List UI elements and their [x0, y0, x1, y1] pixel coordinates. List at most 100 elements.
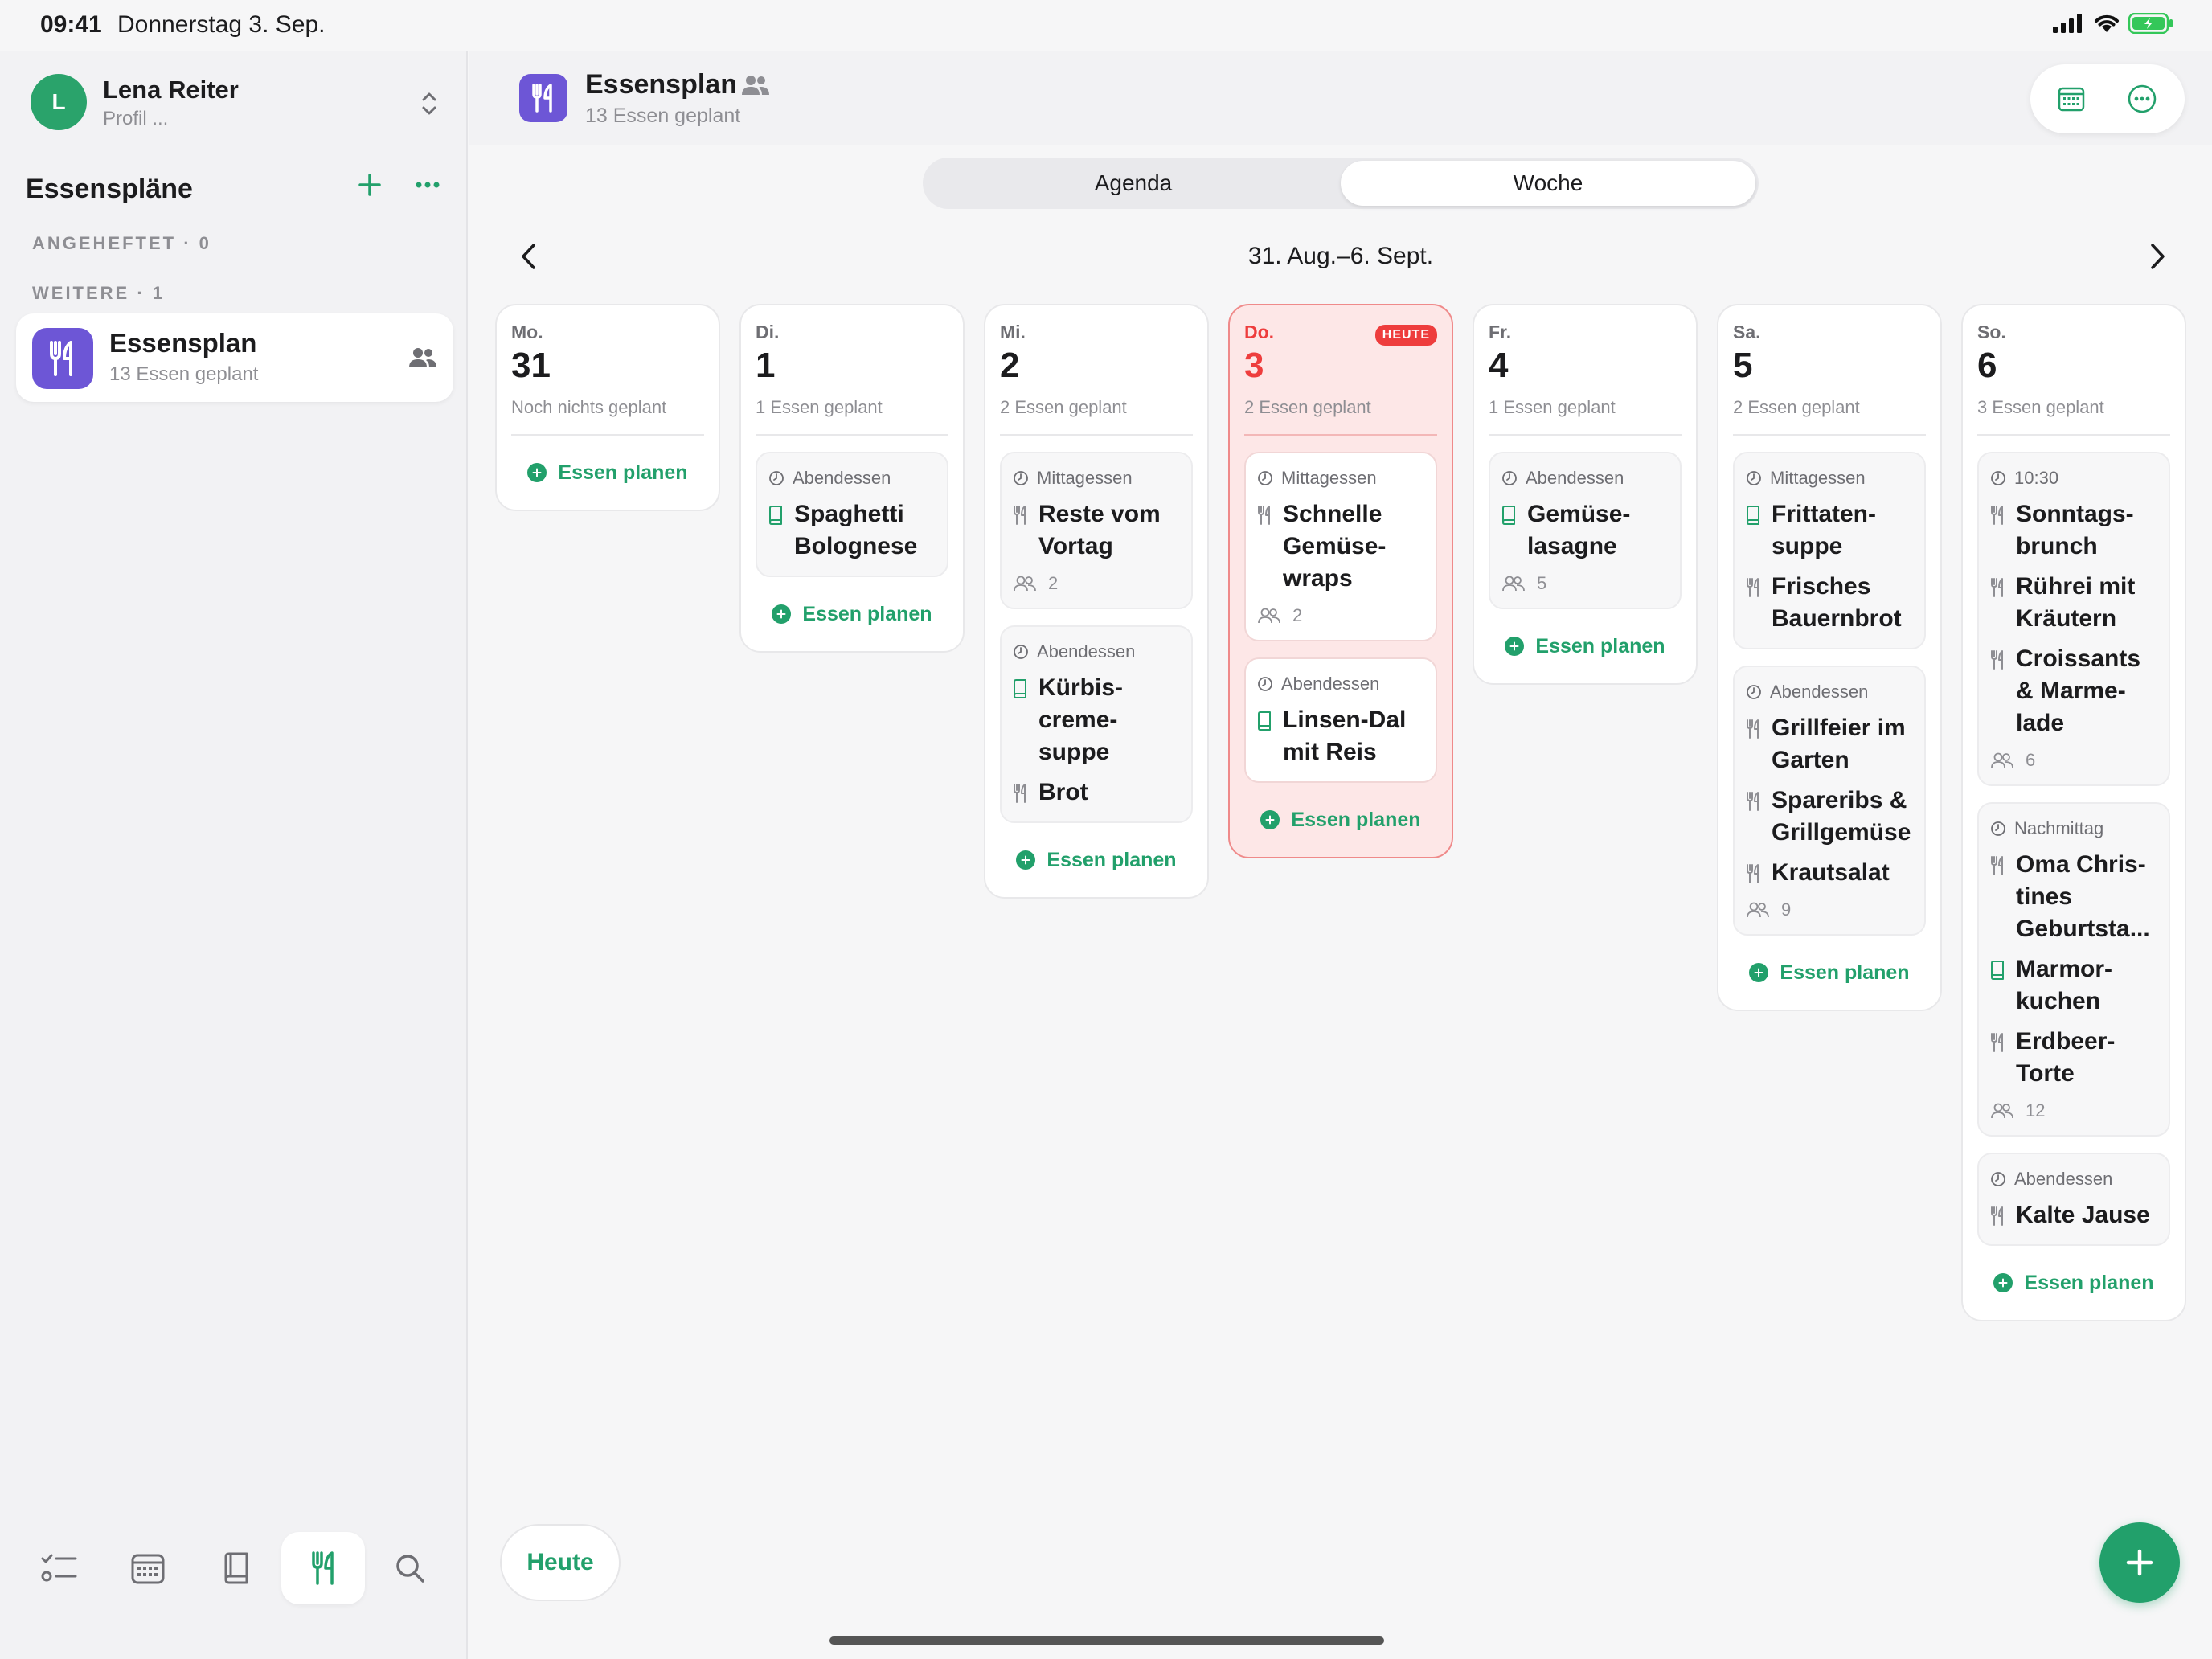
- meal-item[interactable]: Reste vom Vortag: [1013, 498, 1182, 563]
- meal-item[interactable]: Oma Chris-tines Geburtsta...: [1990, 849, 2159, 945]
- meal-item[interactable]: Croissants & Marme-lade: [1990, 643, 2159, 739]
- meal-time: Mittagessen: [1257, 466, 1426, 490]
- meal-item[interactable]: Brot: [1013, 776, 1182, 809]
- status-date: Donnerstag 3. Sep.: [117, 11, 326, 38]
- meal-item[interactable]: Rührei mit Kräutern: [1990, 571, 2159, 635]
- meal-card[interactable]: Mittagessen Frittaten-suppe Frisches Bauer…: [1733, 452, 1926, 649]
- clock-icon: [1990, 1171, 2006, 1187]
- meal-item[interactable]: Marmor-kuchen: [1990, 953, 2159, 1018]
- meal-item-title: Schnelle Gemüse-wraps: [1283, 501, 1387, 592]
- status-time: 09:41: [40, 11, 102, 38]
- meal-item-title: Krautsalat: [1772, 859, 1890, 886]
- day-meal-count: 1 Essen geplant: [756, 397, 883, 417]
- meal-card[interactable]: Mittagessen Reste vom Vortag 2: [1000, 452, 1193, 609]
- plus-circle-icon: [1749, 963, 1769, 982]
- more-circle-icon: [2128, 84, 2157, 113]
- next-week-button[interactable]: [2140, 238, 2175, 275]
- recipe-book-icon: [768, 498, 784, 563]
- profile-switcher[interactable]: L Lena Reiter Profil ...: [31, 71, 449, 135]
- meal-item[interactable]: Erdbeer-Torte: [1990, 1026, 2159, 1090]
- tab-calendar[interactable]: [106, 1532, 190, 1604]
- plan-meal-button[interactable]: Essen planen: [1977, 1246, 2170, 1320]
- segment-week[interactable]: Woche: [1341, 161, 1755, 206]
- meal-card[interactable]: 10:30 Sonntags-brunch Rührei mit Kräutern C…: [1977, 452, 2170, 786]
- plan-meal-label: Essen planen: [2024, 1271, 2154, 1294]
- meal-time-label: Abendessen: [1526, 468, 1624, 488]
- plan-meal-button[interactable]: Essen planen: [1000, 823, 1193, 897]
- day-weekday: Mi.: [1000, 322, 1026, 342]
- add-meal-button[interactable]: [2099, 1522, 2180, 1603]
- chevron-right-icon: [2151, 244, 2165, 269]
- meal-card[interactable]: Abendessen Spaghetti Bolognese: [756, 452, 948, 577]
- meal-time-label: Nachmittag: [2014, 818, 2104, 838]
- meal-item-title: Linsen-Dal mit Reis: [1283, 707, 1407, 765]
- people-count: 5: [1537, 573, 1547, 593]
- meal-item-title: Grillfeier im Garten: [1772, 715, 1906, 773]
- sidebar: L Lena Reiter Profil ... Essenspläne ANG…: [0, 51, 468, 1659]
- today-button[interactable]: Heute: [500, 1524, 621, 1601]
- tab-search[interactable]: [368, 1532, 452, 1604]
- day-column-mo: Mo. 31 Noch nichts geplant Essen planen: [495, 304, 720, 511]
- meal-item[interactable]: Krautsalat: [1746, 857, 1915, 889]
- meal-item[interactable]: Spareribs & Grillgemüse: [1746, 784, 1915, 849]
- meal-item-title: Reste vom Vortag: [1038, 501, 1161, 559]
- meal-item[interactable]: Frisches Bauernbrot: [1746, 571, 1915, 635]
- tab-mealplans[interactable]: [281, 1532, 365, 1604]
- plan-meal-button[interactable]: Essen planen: [1733, 936, 1926, 1010]
- meal-item[interactable]: Frittaten-suppe: [1746, 498, 1915, 563]
- main-content: Essensplan 13 Essen geplant Agenda Woche…: [469, 51, 2212, 1659]
- more-icon[interactable]: [412, 169, 444, 201]
- clock-icon: [1257, 676, 1273, 692]
- meal-item[interactable]: Spaghetti Bolognese: [768, 498, 937, 563]
- day-number: 5: [1733, 346, 1753, 385]
- plan-meal-button[interactable]: Essen planen: [756, 577, 948, 651]
- meal-card[interactable]: Abendessen Kalte Jause: [1977, 1153, 2170, 1246]
- day-header: Mi. 2 2 Essen geplant: [1000, 305, 1193, 436]
- meal-card[interactable]: Mittagessen Schnelle Gemüse-wraps 2: [1244, 452, 1437, 641]
- meal-card[interactable]: Abendessen Linsen-Dal mit Reis: [1244, 657, 1437, 783]
- meal-item[interactable]: Schnelle Gemüse-wraps: [1257, 498, 1426, 595]
- day-weekday: So.: [1977, 322, 2006, 342]
- recipe-book-icon: [1257, 704, 1273, 768]
- segment-agenda[interactable]: Agenda: [926, 161, 1341, 206]
- week-range: 31. Aug.–6. Sept.: [1247, 243, 1434, 269]
- day-meal-count: Noch nichts geplant: [511, 397, 667, 417]
- people-icon: [1013, 576, 1037, 592]
- meal-item[interactable]: Sonntags-brunch: [1990, 498, 2159, 563]
- meal-card[interactable]: Abendessen Gemüse-lasagne 5: [1489, 452, 1682, 609]
- meal-item[interactable]: Kürbis-creme-suppe: [1013, 672, 1182, 768]
- meal-item-title: Frisches Bauernbrot: [1772, 573, 1902, 632]
- plus-circle-icon: [1993, 1273, 2013, 1292]
- add-plan-icon[interactable]: [354, 169, 386, 201]
- plus-circle-icon: [1016, 850, 1036, 870]
- day-meal-count: 2 Essen geplant: [1733, 397, 1860, 417]
- meal-item[interactable]: Grillfeier im Garten: [1746, 712, 1915, 776]
- calendar-button[interactable]: [2053, 80, 2090, 117]
- meal-item[interactable]: Gemüse-lasagne: [1501, 498, 1670, 563]
- plan-meal-button[interactable]: Essen planen: [1489, 609, 1682, 683]
- fork-knife-icon: [1746, 784, 1762, 849]
- meal-card[interactable]: Abendessen Kürbis-creme-suppe Brot: [1000, 625, 1193, 823]
- fork-knife-icon: [32, 328, 93, 389]
- people-icon: [742, 76, 769, 95]
- meal-item-title: Frittaten-suppe: [1772, 501, 1876, 559]
- day-weekday: Fr.: [1489, 322, 1512, 342]
- clock-icon: [1990, 470, 2006, 486]
- meal-card[interactable]: Nachmittag Oma Chris-tines Geburtsta... Ma…: [1977, 802, 2170, 1137]
- tab-recipes[interactable]: [195, 1532, 278, 1604]
- previous-week-button[interactable]: [511, 238, 547, 275]
- more-button[interactable]: [2124, 80, 2161, 117]
- plan-meal-button[interactable]: Essen planen: [1244, 783, 1437, 857]
- meal-time-label: Abendessen: [1770, 682, 1869, 702]
- meal-item-title: Oma Chris-tines Geburtsta...: [2016, 851, 2150, 942]
- profile-name: Lena Reiter: [103, 76, 239, 104]
- meal-card[interactable]: Abendessen Grillfeier im Garten Spareribs …: [1733, 666, 1926, 936]
- battery-icon: [2128, 13, 2173, 34]
- plan-meal-button[interactable]: Essen planen: [511, 436, 704, 510]
- sidebar-item-essensplan[interactable]: Essensplan 13 Essen geplant: [16, 313, 453, 402]
- plus-circle-icon: [772, 604, 792, 624]
- tab-tasks[interactable]: [18, 1532, 101, 1604]
- meal-item[interactable]: Kalte Jause: [1990, 1199, 2159, 1231]
- meal-item[interactable]: Linsen-Dal mit Reis: [1257, 704, 1426, 768]
- plan-meal-label: Essen planen: [558, 461, 688, 484]
